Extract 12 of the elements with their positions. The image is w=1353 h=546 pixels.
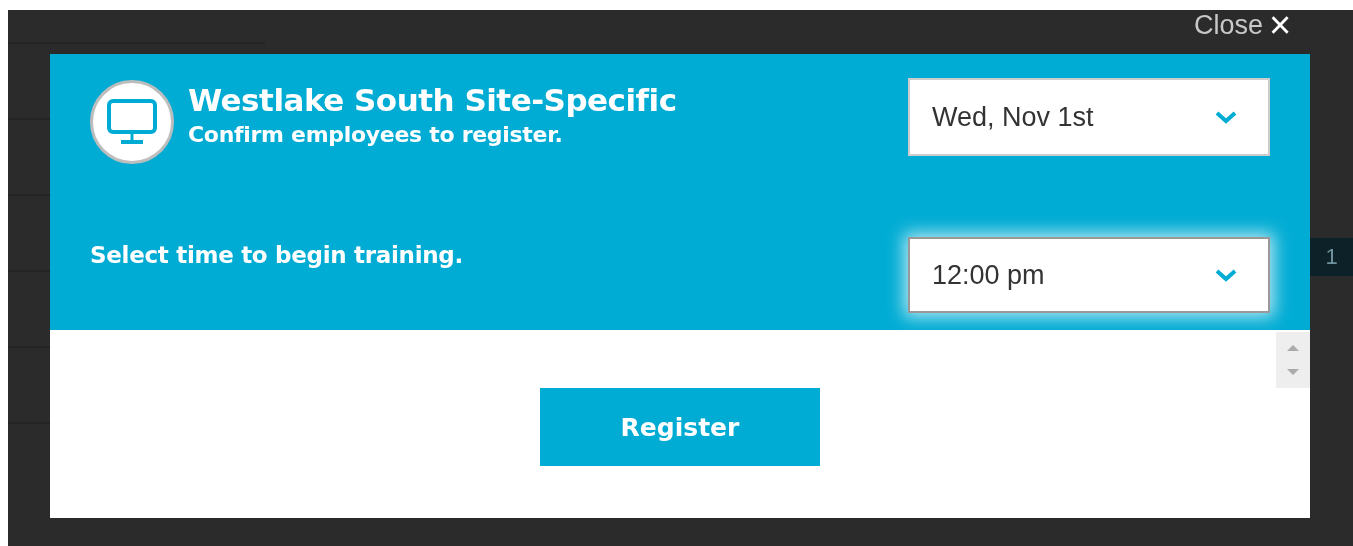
dialog-subtitle: Confirm employees to register. <box>188 121 564 147</box>
scrollbar[interactable] <box>1276 332 1310 388</box>
count-badge: 1 <box>1310 238 1353 276</box>
scroll-down-icon[interactable] <box>1286 367 1300 377</box>
chevron-down-icon <box>1214 110 1238 124</box>
dropdown-field[interactable]: 12:00 pm <box>908 237 1270 313</box>
dropdown-field[interactable]: Wed, Nov 1st <box>908 78 1270 156</box>
close-link[interactable]: Close× <box>1194 10 1292 40</box>
scroll-up-icon[interactable] <box>1286 343 1300 353</box>
time-prompt: Select time to begin training. <box>90 242 463 268</box>
chevron-down-icon <box>1214 268 1238 282</box>
dialog-title: Westlake South Site-Specific <box>188 81 677 118</box>
